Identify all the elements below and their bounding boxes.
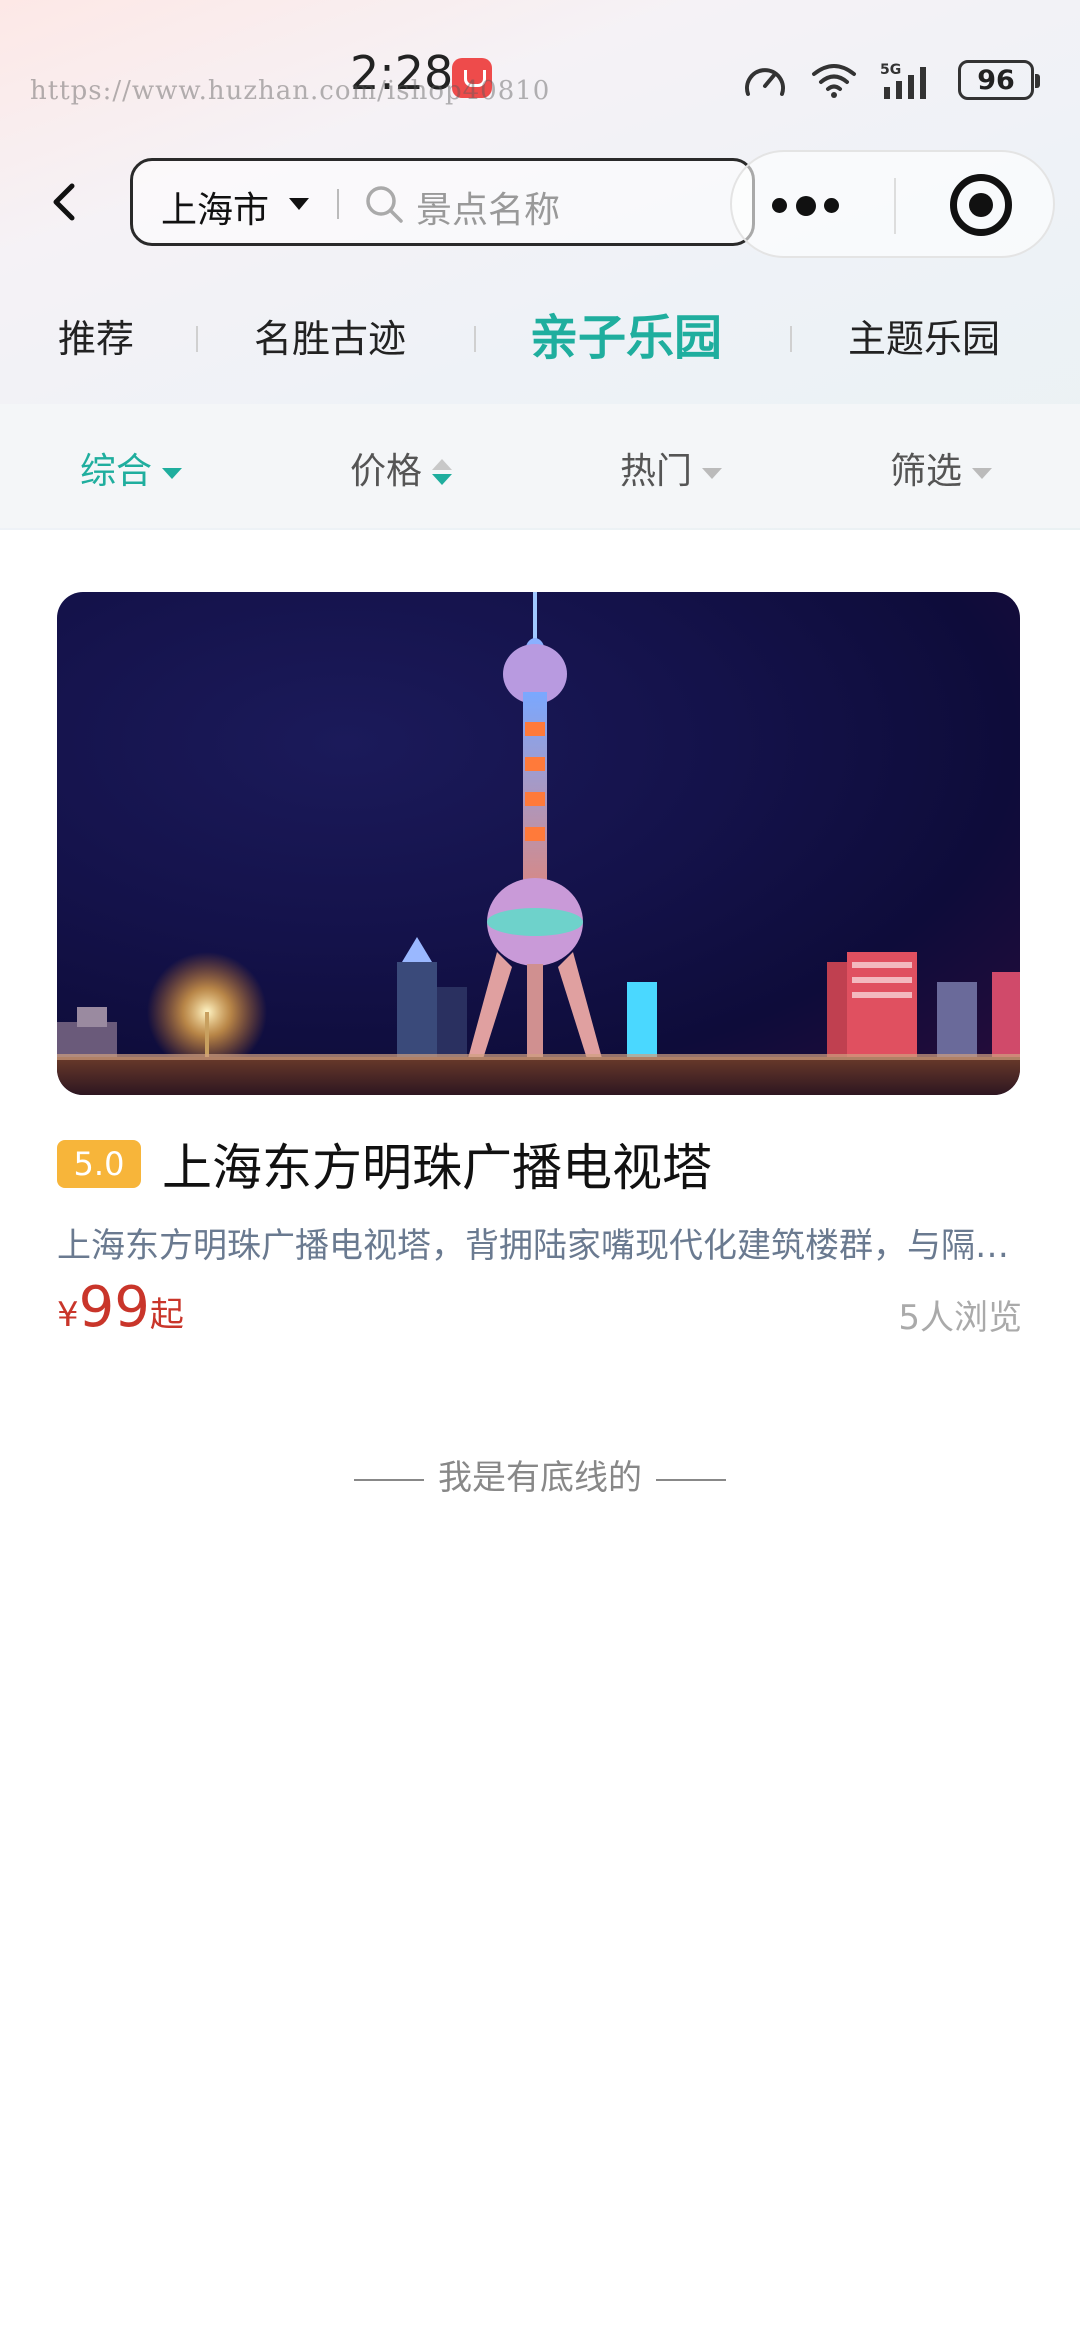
city-selector[interactable]: 上海市 [161, 181, 269, 233]
dot-icon [772, 198, 787, 213]
sort-arrows-icon [432, 459, 453, 487]
wifi-icon [810, 60, 858, 100]
filter-price[interactable]: 价格 [350, 442, 453, 494]
oriental-pearl-tower-photo [57, 592, 1020, 1095]
filter-bar: 综合 价格 热门 筛选 [0, 404, 1080, 528]
filter-popular[interactable]: 热门 [620, 442, 723, 494]
listing-description: 上海东方明珠广播电视塔，背拥陆家嘴现代化建筑楼群，与隔江的外滩万国建筑博览群交相… [57, 1226, 1022, 1266]
price-currency: ¥ [57, 1295, 79, 1335]
dot-icon [796, 196, 816, 216]
more-options-button[interactable] [772, 182, 862, 230]
rating-badge: 5.0 [57, 1140, 141, 1188]
tab-theme-park[interactable]: 主题乐园 [848, 308, 1000, 363]
battery-level: 96 [977, 64, 1015, 96]
divider-line [354, 1478, 424, 1481]
chevron-left-icon [53, 183, 75, 221]
caret-down-icon [972, 467, 993, 479]
tab-separator [474, 326, 476, 352]
price-value: 99 [78, 1275, 150, 1340]
category-tabs: 推荐 名胜古迹 亲子乐园 主题乐园 [0, 290, 1080, 380]
divider-line [656, 1478, 726, 1481]
capsule-divider [894, 178, 896, 234]
listing-image[interactable] [57, 592, 1020, 1095]
price-suffix: 起 [149, 1295, 184, 1335]
end-of-list-indicator: 我是有底线的 [0, 1450, 1080, 1499]
filter-label: 筛选 [890, 451, 963, 492]
listing-price: ¥99起 [57, 1275, 184, 1340]
tab-historic-sites[interactable]: 名胜古迹 [254, 308, 406, 363]
svg-text:5G: 5G [880, 62, 901, 78]
view-count: 5人浏览 [898, 1298, 1022, 1338]
filter-label: 综合 [80, 451, 153, 492]
search-divider [337, 189, 339, 219]
status-bar: 2:28 https://www.huzhan.com/ishop40810 5… [0, 0, 1080, 150]
watermark: https://www.huzhan.com/ishop40810 [30, 76, 551, 106]
caret-down-icon [162, 467, 183, 479]
filter-screen[interactable]: 筛选 [890, 442, 993, 494]
battery-indicator: 96 [958, 60, 1040, 100]
end-of-list-text: 我是有底线的 [438, 1458, 642, 1498]
search-bar[interactable]: 上海市 景点名称 [130, 158, 755, 246]
speed-meter-icon [742, 60, 788, 100]
filter-label: 价格 [350, 451, 423, 492]
miniprogram-capsule [730, 150, 1055, 258]
status-icons: 5G 96 [742, 56, 1040, 104]
caret-down-icon [702, 467, 723, 479]
dot-icon [824, 198, 839, 213]
caret-down-icon [289, 198, 309, 210]
signal-5g-icon: 5G [880, 59, 936, 101]
back-button[interactable] [40, 172, 90, 232]
listing-title[interactable]: 上海东方明珠广播电视塔 [162, 1128, 712, 1200]
filter-comprehensive[interactable]: 综合 [80, 442, 183, 494]
tab-separator [196, 326, 198, 352]
close-miniprogram-icon[interactable] [950, 174, 1012, 236]
search-icon [366, 186, 403, 223]
tab-recommend[interactable]: 推荐 [58, 308, 134, 363]
tab-family-park[interactable]: 亲子乐园 [530, 298, 722, 368]
tab-separator [790, 326, 792, 352]
search-input[interactable]: 景点名称 [416, 181, 560, 233]
filter-label: 热门 [620, 451, 693, 492]
